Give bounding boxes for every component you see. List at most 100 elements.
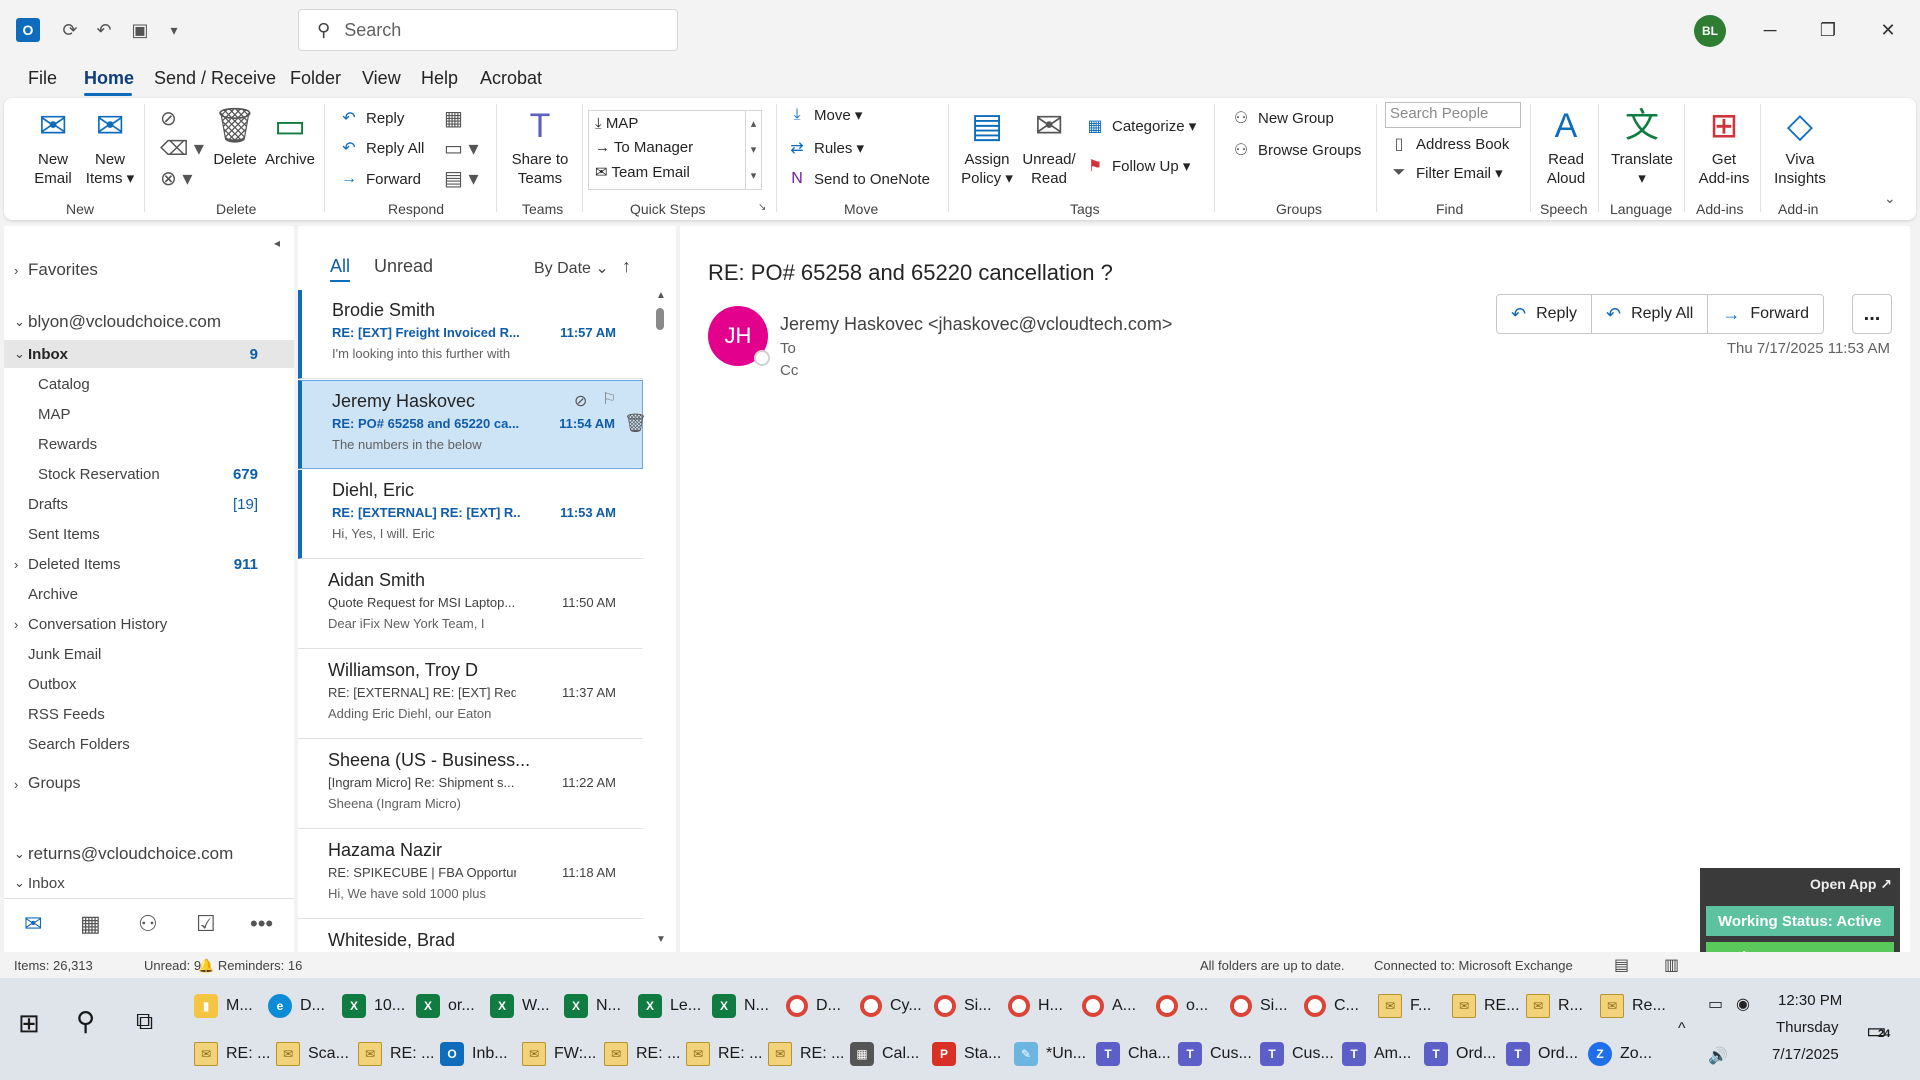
send-to-onenote-button[interactable]: N Send to OneNote — [786, 170, 930, 188]
groups-header[interactable]: › Groups — [4, 770, 294, 798]
taskbar-button[interactable]: C... — [1304, 986, 1359, 1026]
task-view-icon[interactable]: ⧉ — [136, 1008, 153, 1036]
share-to-teams-button[interactable]: T Share to Teams — [504, 106, 576, 188]
taskbar-button[interactable]: Z Zo... — [1588, 1034, 1652, 1074]
meeting-icon[interactable]: ▦ — [444, 106, 463, 131]
taskbar-button[interactable]: ✉ RE: ... — [194, 1034, 270, 1074]
more-actions-button[interactable]: ... — [1852, 294, 1892, 334]
folder-deleted-items[interactable]: › Deleted Items 911 — [4, 550, 294, 578]
taskbar-button[interactable]: ▮ M... — [194, 986, 253, 1026]
taskbar-button[interactable]: ▦ Cal... — [850, 1034, 919, 1074]
account-header-returns[interactable]: ⌄ returns@vcloudchoice.com — [4, 840, 294, 868]
flag-icon[interactable]: ⚐ — [602, 389, 616, 409]
message-row[interactable]: Williamson, Troy D RE: [EXTERNAL] RE: [E… — [298, 650, 643, 739]
menu-acrobat[interactable]: Acrobat — [480, 68, 542, 89]
search-input[interactable]: ⚲ Search — [298, 9, 678, 51]
delete-icon[interactable]: 🗑 — [624, 413, 647, 434]
folder-conversation-history[interactable]: › Conversation History — [4, 610, 294, 638]
taskbar-button[interactable]: Si... — [934, 986, 992, 1026]
taskbar-button[interactable]: Cy... — [860, 986, 922, 1026]
taskbar-button[interactable]: T Ord... — [1424, 1034, 1496, 1074]
search-icon[interactable]: ⚲ — [76, 1006, 95, 1037]
browse-groups-button[interactable]: ⚇ Browse Groups — [1230, 140, 1362, 160]
reply-button[interactable]: ↶ Reply — [1497, 295, 1592, 333]
quick-step-to-manager[interactable]: → To Manager — [595, 139, 693, 156]
layout-icon[interactable]: ▣ — [128, 18, 152, 42]
folder-inbox-returns[interactable]: ⌄ Inbox — [4, 872, 294, 894]
customize-toolbar-icon[interactable]: ▾ — [162, 18, 186, 42]
move-button[interactable]: ⤓ Move ▾ — [786, 106, 862, 124]
filter-email-button[interactable]: ⏷ Filter Email ▾ — [1388, 164, 1503, 182]
menu-folder[interactable]: Folder — [290, 68, 341, 89]
message-row-selected[interactable]: Jeremy Haskovec ⊘ ⚐ RE: PO# 65258 and 65… — [298, 380, 647, 469]
ribbon-collapse-icon[interactable]: ⌄ — [1884, 190, 1896, 207]
search-people-input[interactable]: Search People — [1385, 102, 1521, 128]
menu-home[interactable]: Home — [84, 68, 134, 89]
taskbar-button[interactable]: ✉ Re... — [1600, 986, 1666, 1026]
ribbon-reply-all-button[interactable]: ↶ Reply All — [338, 138, 424, 158]
read-aloud-button[interactable]: A Read Aloud — [1542, 106, 1590, 188]
taskbar-button[interactable]: O Inb... — [440, 1034, 508, 1074]
ribbon-forward-button[interactable]: → Forward — [338, 170, 421, 188]
dialog-launcher-icon[interactable]: ↘ — [758, 202, 766, 213]
taskbar-button[interactable]: ✉ RE: ... — [604, 1034, 680, 1074]
chevron-up-icon[interactable]: ^ — [1678, 1020, 1686, 1038]
folder-search-folders[interactable]: Search Folders — [4, 730, 294, 758]
folder-rewards[interactable]: Rewards — [4, 430, 294, 458]
new-items-button[interactable]: ✉ New Items ▾ — [82, 106, 138, 188]
volume-icon[interactable]: 🔊 — [1708, 1046, 1728, 1066]
follow-up-button[interactable]: ⚑ Follow Up ▾ — [1084, 156, 1191, 176]
taskbar-button[interactable]: ✎ *Un... — [1014, 1034, 1086, 1074]
folder-rss-feeds[interactable]: RSS Feeds — [4, 700, 294, 728]
taskbar-button[interactable]: ✉ F... — [1378, 986, 1431, 1026]
tab-unread[interactable]: Unread — [374, 256, 433, 277]
message-row[interactable]: Diehl, Eric RE: [EXTERNAL] RE: [EXT] R..… — [298, 470, 643, 559]
delete-button[interactable]: 🗑 Delete — [210, 106, 260, 169]
taskbar-button[interactable]: ✉ Sca... — [276, 1034, 349, 1074]
quick-step-team-email[interactable]: ✉ Team Email — [595, 163, 690, 181]
taskbar-button[interactable]: ✉ RE: ... — [768, 1034, 844, 1074]
ribbon-reply-button[interactable]: ↶ Reply — [338, 108, 404, 128]
taskbar-button[interactable]: X W... — [490, 986, 550, 1026]
minimize-button[interactable]: ─ — [1750, 14, 1790, 46]
people-icon[interactable]: ⚇ — [138, 911, 158, 937]
taskbar-button[interactable]: e D... — [268, 986, 325, 1026]
get-addins-button[interactable]: ⊞ Get Add-ins — [1694, 106, 1754, 188]
folder-map[interactable]: MAP — [4, 400, 294, 428]
normal-view-icon[interactable]: ▤ — [1614, 955, 1629, 975]
cleanup-icon[interactable]: ⌫ ▾ — [160, 136, 204, 161]
folder-stock-reservation[interactable]: Stock Reservation 679 — [4, 460, 294, 488]
taskbar-button[interactable]: P Sta... — [932, 1034, 1001, 1074]
taskbar-button[interactable]: T Cus... — [1178, 1034, 1252, 1074]
taskbar-button[interactable]: Si... — [1230, 986, 1288, 1026]
taskbar-button[interactable]: A... — [1082, 986, 1136, 1026]
clock-time[interactable]: 12:30 PM — [1778, 992, 1842, 1009]
taskbar-button[interactable]: T Cus... — [1260, 1034, 1334, 1074]
message-row[interactable]: Whiteside, Brad — [298, 920, 643, 952]
menu-file[interactable]: File — [28, 68, 57, 89]
taskbar-button[interactable]: T Ord... — [1506, 1034, 1578, 1074]
menu-help[interactable]: Help — [421, 68, 458, 89]
quick-steps-scroll[interactable]: ▴ ▾ ▾ — [745, 111, 761, 189]
folder-junk-email[interactable]: Junk Email — [4, 640, 294, 668]
taskbar-button[interactable]: ✉ FW:... — [522, 1034, 596, 1074]
email-from[interactable]: Jeremy Haskovec <jhaskovec@vcloudtech.co… — [780, 314, 1172, 335]
taskbar-button[interactable]: ✉ RE... — [1452, 986, 1520, 1026]
reminders[interactable]: 🔔 Reminders: 16 — [198, 958, 302, 974]
collapse-pane-icon[interactable]: ◂ — [274, 236, 280, 250]
taskbar-button[interactable]: X N... — [564, 986, 621, 1026]
folder-archive[interactable]: Archive — [4, 580, 294, 608]
avatar[interactable]: BL — [1694, 15, 1726, 47]
taskbar-button[interactable]: Xor... — [416, 986, 475, 1026]
close-button[interactable]: ✕ — [1868, 14, 1908, 46]
address-book-button[interactable]: ▯ Address Book — [1388, 134, 1510, 154]
restore-button[interactable]: ❐ — [1808, 14, 1848, 46]
network-icon[interactable]: ◉ — [1736, 994, 1750, 1014]
taskbar-button[interactable]: T Am... — [1342, 1034, 1411, 1074]
categorize-button[interactable]: ▦ Categorize ▾ — [1084, 116, 1196, 136]
message-row[interactable]: Hazama Nazir RE: SPIKECUBE | FBA Opportu… — [298, 830, 643, 919]
taskbar-button[interactable]: X 10... — [342, 986, 405, 1026]
taskbar-button[interactable]: D... — [786, 986, 841, 1026]
folder-catalog[interactable]: Catalog — [4, 370, 294, 398]
folder-drafts[interactable]: Drafts [19] — [4, 490, 294, 518]
